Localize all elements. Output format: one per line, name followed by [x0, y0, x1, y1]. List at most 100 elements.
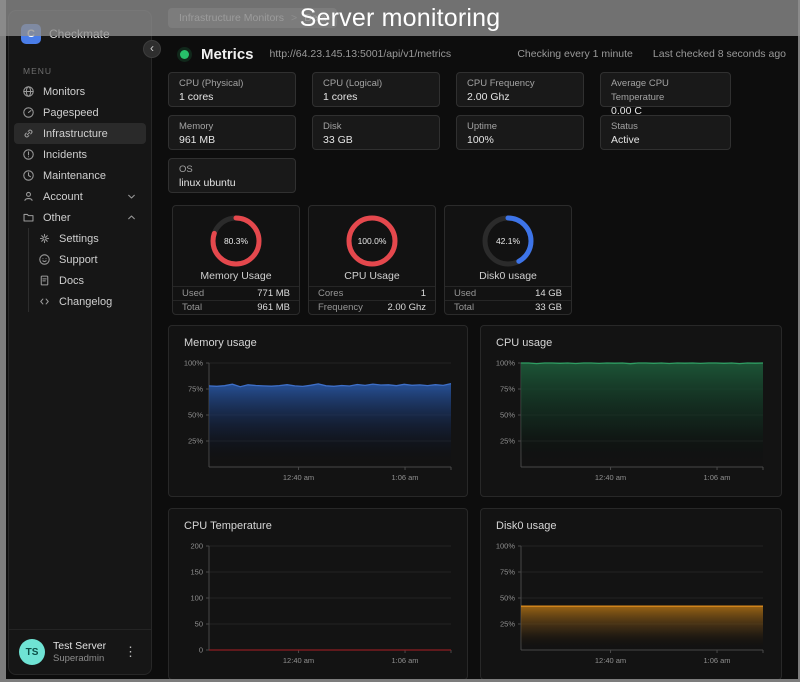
sidebar-item-other[interactable]: Other	[14, 207, 146, 228]
gauge-ring-icon: 42.1%	[480, 213, 536, 269]
svg-text:12:40 am: 12:40 am	[283, 473, 314, 482]
screen-title-overlay: Server monitoring	[0, 0, 800, 36]
gauge-row: Used771 MB	[173, 286, 299, 300]
svg-text:100: 100	[190, 594, 203, 603]
folder-icon	[22, 211, 35, 224]
main-content: Metrics http://64.23.145.13:5001/api/v1/…	[160, 36, 798, 679]
support-icon	[38, 253, 51, 266]
gauge-rows: Cores1Frequency2.00 Ghz	[309, 286, 435, 314]
stat-value: 100%	[467, 134, 573, 148]
page-header: Metrics http://64.23.145.13:5001/api/v1/…	[180, 42, 786, 66]
gauge-row-label: Cores	[318, 288, 343, 299]
gauge-row-value: 771 MB	[257, 288, 290, 299]
svg-text:50%: 50%	[188, 411, 203, 420]
sidebar-item-maintenance[interactable]: Maintenance	[14, 165, 146, 186]
stat-value: 33 GB	[323, 134, 429, 148]
chart-plot: 25%50%75%100%12:40 am1:06 am	[481, 538, 779, 676]
stat-card-memory: Memory961 MB	[168, 115, 296, 150]
svg-text:1:06 am: 1:06 am	[391, 656, 418, 665]
stat-label: OS	[179, 163, 285, 177]
person-icon	[22, 190, 35, 203]
svg-text:25%: 25%	[500, 437, 515, 446]
stat-card-status: StatusActive	[600, 115, 731, 150]
chart-title: CPU Temperature	[169, 509, 467, 532]
gauge-ring-icon: 100.0%	[344, 213, 400, 269]
svg-text:1:06 am: 1:06 am	[703, 656, 730, 665]
gauge-row-value: 961 MB	[257, 302, 290, 313]
stat-label: Average CPU Temperature	[611, 77, 720, 105]
monitor-url: http://64.23.145.13:5001/api/v1/metrics	[270, 48, 452, 60]
app-window: Infrastructure Monitors > Deta C Checkma…	[6, 0, 798, 679]
svg-text:50%: 50%	[500, 594, 515, 603]
user-role: Superadmin	[53, 653, 106, 664]
gauge-title: Memory Usage	[173, 270, 299, 282]
globe-icon	[22, 85, 35, 98]
chart-title: Disk0 usage	[481, 509, 781, 532]
sidebar-subitem-changelog[interactable]: Changelog	[30, 291, 146, 312]
sidebar-subitem-label: Settings	[59, 233, 99, 245]
gauge-card-memory-usage: 80.3%Memory Usage Used771 MBTotal961 MB	[172, 205, 300, 315]
code-icon	[38, 295, 51, 308]
svg-text:50%: 50%	[500, 411, 515, 420]
chart-card-cpu-usage: CPU usage25%50%75%100%12:40 am1:06 am	[480, 325, 782, 497]
gauge-row: Total33 GB	[445, 300, 571, 314]
gauge-row: Used 14 GB	[445, 286, 571, 300]
stat-label: CPU Frequency	[467, 77, 573, 91]
last-checked-text: Last checked 8 seconds ago	[653, 48, 786, 60]
chevron-up-icon	[125, 211, 138, 224]
stat-card-cpu-physical-: CPU (Physical)1 cores	[168, 72, 296, 107]
sidebar-item-pagespeed[interactable]: Pagespeed	[14, 102, 146, 123]
svg-text:100%: 100%	[496, 359, 516, 368]
gauge-row-value: 14 GB	[535, 288, 562, 299]
user-row[interactable]: TS Test Server Superadmin ⋮	[9, 629, 151, 674]
svg-text:100%: 100%	[184, 359, 204, 368]
chart-title: Memory usage	[169, 326, 467, 349]
gauge-percent: 80.3%	[208, 213, 264, 269]
page-title: Metrics	[201, 46, 254, 63]
sidebar-item-infrastructure[interactable]: Infrastructure	[14, 123, 146, 144]
svg-text:75%: 75%	[500, 385, 515, 394]
status-dot-icon	[180, 50, 189, 59]
sidebar-subitem-settings[interactable]: Settings	[30, 228, 146, 249]
sidebar-item-monitors[interactable]: Monitors	[14, 81, 146, 102]
sidebar-subitem-support[interactable]: Support	[30, 249, 146, 270]
chart-plot: 05010015020012:40 am1:06 am	[169, 538, 467, 676]
svg-text:12:40 am: 12:40 am	[283, 656, 314, 665]
svg-text:12:40 am: 12:40 am	[595, 656, 626, 665]
charts-grid: Memory usage 25% 50% 75% 100% 12:40 am 1:06 am…	[168, 325, 786, 679]
chevron-down-icon	[125, 190, 138, 203]
menu-section-label: MENU	[23, 66, 151, 76]
sidebar-item-label: Account	[43, 191, 83, 203]
avatar: TS	[19, 639, 45, 665]
stat-card-os: OSlinux ubuntu	[168, 158, 296, 193]
checking-interval-text: Checking every 1 minute	[517, 48, 633, 60]
stat-card-uptime: Uptime100%	[456, 115, 584, 150]
sidebar-item-account[interactable]: Account	[14, 186, 146, 207]
gauge-percent: 100.0%	[344, 213, 400, 269]
chart-plot: 25%50%75%100%12:40 am1:06 am	[481, 355, 779, 493]
gauge-percent: 42.1%	[480, 213, 536, 269]
sidebar-item-label: Other	[43, 212, 71, 224]
clock-icon	[22, 169, 35, 182]
screen-title: Server monitoring	[300, 4, 501, 33]
stat-label: Disk	[323, 120, 429, 134]
stat-label: Uptime	[467, 120, 573, 134]
gauge-ring-icon: 80.3%	[208, 213, 264, 269]
gauge-title: Disk0 usage	[445, 270, 571, 282]
sidebar-nav: Monitors PagespeedInfrastructureIncidents…	[9, 81, 151, 629]
sidebar-subitem-label: Docs	[59, 275, 84, 287]
speedometer-icon	[22, 106, 35, 119]
gauge-row: Frequency2.00 Ghz	[309, 300, 435, 314]
docs-icon	[38, 274, 51, 287]
gauge-row-label: Used	[454, 288, 476, 299]
stats-grid: CPU (Physical)1 coresCPU (Logical)1 core…	[168, 72, 786, 193]
sidebar-item-incidents[interactable]: Incidents	[14, 144, 146, 165]
svg-text:100%: 100%	[496, 542, 516, 551]
sidebar-collapse-button[interactable]: ‹	[143, 40, 161, 58]
gauge-rows: Used771 MBTotal961 MB	[173, 286, 299, 314]
sidebar-subitem-docs[interactable]: Docs	[30, 270, 146, 291]
sidebar-item-label: Monitors	[43, 86, 85, 98]
gauge-row: Total961 MB	[173, 300, 299, 314]
sidebar-subitem-label: Changelog	[59, 296, 112, 308]
user-menu-kebab-icon[interactable]: ⋮	[120, 642, 141, 662]
